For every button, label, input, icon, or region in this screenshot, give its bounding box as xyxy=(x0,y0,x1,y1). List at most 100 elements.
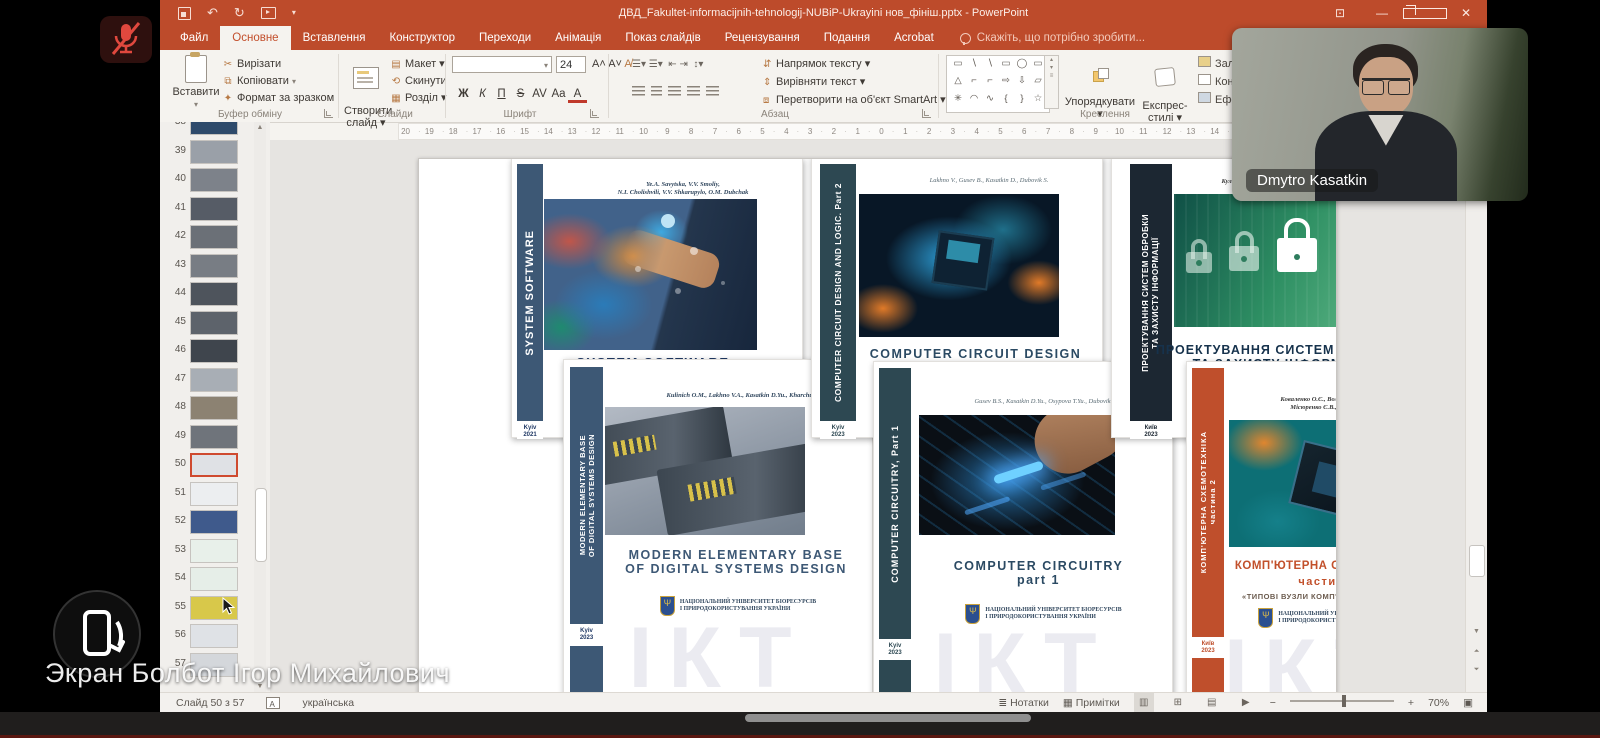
align-text-button[interactable]: ⇕Вирівняти текст ▾ xyxy=(763,74,865,90)
zoom-slider[interactable] xyxy=(1290,700,1394,702)
reset-button[interactable]: ⟲Скинути xyxy=(390,73,447,90)
webcam-overlay[interactable]: Dmytro Kasatkin xyxy=(1232,28,1528,201)
slide-thumbnail-image[interactable] xyxy=(190,453,238,477)
slide-thumbnail-image[interactable] xyxy=(190,225,238,249)
save-icon[interactable] xyxy=(178,7,191,20)
ribbon-tab[interactable]: Файл xyxy=(168,26,220,50)
ribbon-tab[interactable]: Показ слайдів xyxy=(613,26,712,50)
ribbon-tab[interactable]: Подання xyxy=(812,26,882,50)
tell-me-box[interactable]: Скажіть, що потрібно зробити... xyxy=(946,26,1145,50)
start-slideshow-icon[interactable] xyxy=(261,7,276,19)
scrollbar-thumb[interactable] xyxy=(1469,545,1485,577)
notes-button[interactable]: ≣ Нотатки xyxy=(998,693,1048,712)
shape-glyph[interactable]: ⇩ xyxy=(1014,75,1030,92)
shape-glyph[interactable]: ◠ xyxy=(966,93,982,110)
ribbon-tab[interactable]: Вставлення xyxy=(291,26,378,50)
justify-button[interactable] xyxy=(687,86,700,97)
scroll-up-icon[interactable]: ▲ xyxy=(254,124,266,131)
slide-thumbnail-image[interactable] xyxy=(190,539,238,563)
strikethrough-button[interactable]: S xyxy=(511,86,530,103)
shape-glyph[interactable]: ◯ xyxy=(1014,58,1030,75)
shape-glyph[interactable]: } xyxy=(1014,93,1030,110)
reading-view-button[interactable]: ▤ xyxy=(1202,693,1222,712)
align-center-button[interactable] xyxy=(651,86,662,97)
align-right-button[interactable] xyxy=(668,86,681,97)
new-slide-button[interactable]: Створити слайд ▾ xyxy=(344,55,388,141)
font-grow-shrink[interactable]: A˄ A˅ A̸ xyxy=(592,56,632,73)
shape-glyph[interactable]: ∖ xyxy=(982,58,998,75)
shapes-gallery-scroll[interactable]: ▴▾≡ xyxy=(1044,55,1059,109)
slide-thumbnail-image[interactable] xyxy=(190,254,238,278)
slide-canvas[interactable]: SYSTEM SOFTWARE Kyiv 2021 Ye.A. Savytska… xyxy=(418,158,1337,692)
char-spacing-button[interactable]: AV xyxy=(530,86,549,103)
text-direction-button[interactable]: ⇵Напрямок тексту ▾ xyxy=(763,56,870,72)
slide-thumbnail-image[interactable] xyxy=(190,311,238,335)
editor-scrollbar[interactable]: ▲ ▼ ⏶ ⏷ xyxy=(1465,140,1487,692)
undo-icon[interactable]: ↶ xyxy=(207,0,218,26)
scroll-pill[interactable] xyxy=(745,714,1031,722)
shape-glyph[interactable]: { xyxy=(998,93,1014,110)
muted-microphone-indicator[interactable] xyxy=(100,16,152,63)
zoom-in-button[interactable]: + xyxy=(1408,693,1414,712)
columns-button[interactable] xyxy=(706,86,719,97)
clipboard-dialog-launcher[interactable] xyxy=(324,109,333,118)
slide-sorter-view-button[interactable]: ⊞ xyxy=(1168,693,1188,712)
scroll-down-icon[interactable]: ▼ xyxy=(1466,628,1487,635)
shape-glyph[interactable]: ∿ xyxy=(982,93,998,110)
slideshow-view-button[interactable]: ▶ xyxy=(1236,693,1256,712)
slide-thumbnail-image[interactable] xyxy=(190,168,238,192)
shape-glyph[interactable]: △ xyxy=(950,75,966,92)
thumbnail-scrollbar[interactable]: ▲ ▼ xyxy=(254,122,266,692)
shape-glyph[interactable]: ⇨ xyxy=(998,75,1014,92)
redo-icon[interactable]: ↻ xyxy=(234,0,245,26)
cut-button[interactable]: ✂Вирізати xyxy=(222,56,281,73)
fit-to-window-button[interactable]: ▣ xyxy=(1463,693,1473,712)
zoom-level[interactable]: 70% xyxy=(1428,693,1449,712)
shape-glyph[interactable]: ▭ xyxy=(998,58,1014,75)
next-slide-icon[interactable]: ⏷ xyxy=(1466,666,1487,674)
slide-thumbnail-image[interactable] xyxy=(190,567,238,591)
change-case-button[interactable]: Aa xyxy=(549,86,568,103)
slide-thumbnail-image[interactable] xyxy=(190,396,238,420)
shape-glyph[interactable]: ⌐ xyxy=(982,75,998,92)
slide-thumbnail-image[interactable] xyxy=(190,197,238,221)
font-size-combobox[interactable]: 24 xyxy=(556,56,586,73)
language-indicator[interactable]: українська xyxy=(302,693,354,712)
slide-thumbnail-image[interactable] xyxy=(190,425,238,449)
ribbon-tab[interactable]: Acrobat xyxy=(882,26,946,50)
display-settings-icon[interactable]: ⊡ xyxy=(1319,0,1361,26)
copy-button[interactable]: ⧉Копіювати ▾ xyxy=(222,73,296,90)
scrollbar-thumb[interactable] xyxy=(255,488,267,562)
shape-glyph[interactable]: ∖ xyxy=(966,58,982,75)
ribbon-tab[interactable]: Основне xyxy=(220,26,290,50)
slide-thumbnail-image[interactable] xyxy=(190,368,238,392)
previous-slide-icon[interactable]: ⏶ xyxy=(1466,648,1487,656)
italic-button[interactable]: К xyxy=(473,86,492,103)
underline-button[interactable]: П xyxy=(492,86,511,103)
paste-button[interactable]: Вставити▾ xyxy=(172,55,220,111)
spell-check-icon[interactable] xyxy=(266,697,280,709)
slide-thumbnail-image[interactable] xyxy=(190,140,238,164)
slide-thumbnail-image[interactable] xyxy=(190,282,238,306)
bold-button[interactable]: Ж xyxy=(454,86,473,103)
format-painter-button[interactable]: ✦Формат за зразком xyxy=(222,90,334,107)
ribbon-tab[interactable]: Переходи xyxy=(467,26,543,50)
layout-button[interactable]: ▤Макет ▾ xyxy=(390,56,445,73)
shape-glyph[interactable]: ✳ xyxy=(950,93,966,110)
slide-thumbnail-image[interactable] xyxy=(190,122,238,135)
shape-glyph[interactable]: ⌐ xyxy=(966,75,982,92)
paragraph-dialog-launcher[interactable] xyxy=(922,109,931,118)
normal-view-button[interactable]: ▥ xyxy=(1134,693,1154,712)
arrange-button[interactable]: Упорядкувати ▾ xyxy=(1063,56,1137,132)
comments-button[interactable]: ▦ Примітки xyxy=(1063,693,1120,712)
font-dialog-launcher[interactable] xyxy=(590,109,599,118)
ribbon-tab[interactable]: Конструктор xyxy=(377,26,467,50)
shapes-gallery[interactable]: ▭∖∖▭◯▭△⌐⌐⇨⇩▱✳◠∿{}☆ xyxy=(946,55,1050,113)
close-button[interactable]: ✕ xyxy=(1445,0,1487,26)
zoom-out-button[interactable]: − xyxy=(1270,693,1276,712)
ribbon-tab[interactable]: Анімація xyxy=(543,26,613,50)
qat-customize-icon[interactable]: ▾ xyxy=(292,0,296,26)
list-buttons[interactable]: ☰▾ ☰▾ ⇤ ⇥ ↕▾ xyxy=(632,56,703,73)
smartart-button[interactable]: ⧈Перетворити на об'єкт SmartArt ▾ xyxy=(763,92,946,108)
align-left-button[interactable] xyxy=(632,86,645,97)
